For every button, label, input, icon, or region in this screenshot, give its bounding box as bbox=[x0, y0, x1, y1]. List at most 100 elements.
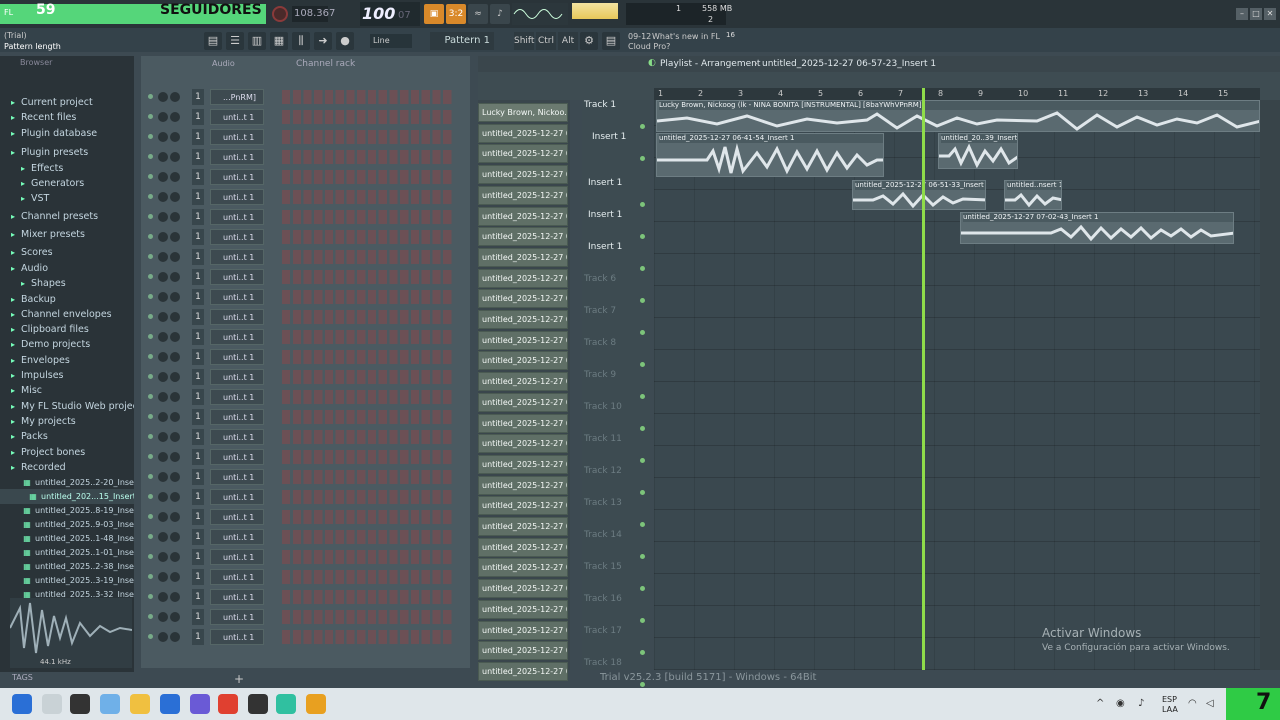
channel-led[interactable] bbox=[148, 194, 153, 199]
channel-name-button[interactable]: unti..t 1 bbox=[210, 529, 264, 545]
volume-knob[interactable] bbox=[170, 232, 180, 242]
step-sequencer[interactable] bbox=[282, 410, 454, 424]
playlist-icon[interactable]: ➜ bbox=[314, 32, 332, 50]
mixer-track-number[interactable]: 1 bbox=[192, 589, 204, 605]
track-led[interactable] bbox=[640, 522, 645, 527]
playhead[interactable] bbox=[922, 88, 925, 670]
pan-knob[interactable] bbox=[158, 92, 168, 102]
step-sequencer[interactable] bbox=[282, 610, 454, 624]
piano-roll-icon[interactable]: ☰ bbox=[226, 32, 244, 50]
volume-knob[interactable] bbox=[170, 292, 180, 302]
audio-clip[interactable]: untitled_2025-12-27 06-51-33_Insert 1 bbox=[852, 180, 986, 210]
step-sequencer[interactable] bbox=[282, 250, 454, 264]
pan-knob[interactable] bbox=[158, 312, 168, 322]
channel-name-button[interactable]: unti..t 1 bbox=[210, 349, 264, 365]
channel-led[interactable] bbox=[148, 454, 153, 459]
browser-item[interactable]: ▸ Misc bbox=[0, 383, 134, 398]
track-name[interactable]: Track 11 bbox=[584, 434, 622, 444]
channel-name-button[interactable]: unti..t 1 bbox=[210, 369, 264, 385]
add-channel-button[interactable]: + bbox=[234, 672, 244, 686]
picker-item[interactable]: untitled_2025-12-27 06-... bbox=[478, 661, 568, 681]
channel-name-button[interactable]: unti..t 1 bbox=[210, 429, 264, 445]
tempo-display[interactable]: 108.367 bbox=[292, 6, 335, 22]
pan-knob[interactable] bbox=[158, 352, 168, 362]
mixer-icon[interactable]: ⫼ bbox=[292, 32, 310, 50]
tray-chevron-icon[interactable]: ^ bbox=[1096, 698, 1104, 709]
pan-knob[interactable] bbox=[158, 172, 168, 182]
browser-item[interactable]: ▦ untitled_202...15_Insert 1 bbox=[0, 489, 134, 504]
volume-knob[interactable] bbox=[170, 92, 180, 102]
volume-knob[interactable] bbox=[170, 252, 180, 262]
minimize-icon[interactable]: – bbox=[1236, 8, 1248, 20]
pan-knob[interactable] bbox=[158, 192, 168, 202]
track-led[interactable] bbox=[640, 266, 645, 271]
gear-icon[interactable]: ⚙ bbox=[580, 32, 598, 50]
channel-led[interactable] bbox=[148, 594, 153, 599]
browser-item[interactable]: ▸ Impulses bbox=[0, 368, 134, 383]
picker-item[interactable]: untitled_2025-12-27 06-... bbox=[478, 558, 568, 578]
step-sequencer[interactable] bbox=[282, 310, 454, 324]
step-sequencer[interactable] bbox=[282, 450, 454, 464]
channel-row[interactable]: 1 unti..t 1 bbox=[146, 108, 466, 126]
track-led[interactable] bbox=[640, 426, 645, 431]
picker-item[interactable]: untitled_2025-12-27 06-... bbox=[478, 392, 568, 412]
pan-knob[interactable] bbox=[158, 212, 168, 222]
pan-knob[interactable] bbox=[158, 272, 168, 282]
volume-knob[interactable] bbox=[170, 612, 180, 622]
step-sequencer[interactable] bbox=[282, 170, 454, 184]
volume-knob[interactable] bbox=[170, 392, 180, 402]
track-name[interactable]: Track 13 bbox=[584, 498, 622, 508]
channel-led[interactable] bbox=[148, 274, 153, 279]
pan-knob[interactable] bbox=[158, 412, 168, 422]
pan-knob[interactable] bbox=[158, 572, 168, 582]
mixer-track-number[interactable]: 1 bbox=[192, 129, 204, 145]
channel-led[interactable] bbox=[148, 534, 153, 539]
picker-item[interactable]: Lucky Brown, Nickoo... bbox=[478, 103, 568, 122]
browser-item[interactable]: ▦ untitled_2025..2-20_Insert 1 bbox=[0, 475, 134, 490]
volume-knob[interactable] bbox=[170, 512, 180, 522]
mixer-track-number[interactable]: 1 bbox=[192, 229, 204, 245]
pan-knob[interactable] bbox=[158, 552, 168, 562]
browser-item[interactable]: ▸ Shapes bbox=[0, 276, 134, 291]
language-code[interactable]: ESP bbox=[1162, 695, 1177, 704]
picker-item[interactable]: untitled_2025-12-27 06-... bbox=[478, 620, 568, 640]
volume-knob[interactable] bbox=[170, 532, 180, 542]
channel-led[interactable] bbox=[148, 314, 153, 319]
channel-row[interactable]: 1 ...PnRM] bbox=[146, 88, 466, 106]
step-sequencer[interactable] bbox=[282, 110, 454, 124]
channel-led[interactable] bbox=[148, 374, 153, 379]
pan-knob[interactable] bbox=[158, 392, 168, 402]
file-explorer-icon[interactable] bbox=[130, 694, 150, 714]
picker-item[interactable]: untitled_2025-12-27 06-... bbox=[478, 372, 568, 392]
mixer-track-number[interactable]: 1 bbox=[192, 309, 204, 325]
mixer-track-number[interactable]: 1 bbox=[192, 629, 204, 645]
channel-name-button[interactable]: unti..t 1 bbox=[210, 289, 264, 305]
track-led[interactable] bbox=[640, 234, 645, 239]
channel-led[interactable] bbox=[148, 514, 153, 519]
volume-knob[interactable] bbox=[170, 172, 180, 182]
channel-led[interactable] bbox=[148, 134, 153, 139]
picker-item[interactable]: untitled_2025-12-27 06-... bbox=[478, 351, 568, 371]
channel-row[interactable]: 1 unti..t 1 bbox=[146, 288, 466, 306]
close-icon[interactable]: ✕ bbox=[1264, 8, 1276, 20]
channel-row[interactable]: 1 unti..t 1 bbox=[146, 228, 466, 246]
track-led[interactable] bbox=[640, 330, 645, 335]
channel-name-button[interactable]: unti..t 1 bbox=[210, 169, 264, 185]
picker-item[interactable]: untitled_2025-12-27 06-... bbox=[478, 310, 568, 329]
track-led[interactable] bbox=[640, 202, 645, 207]
volume-knob[interactable] bbox=[170, 432, 180, 442]
track-led[interactable] bbox=[640, 490, 645, 495]
pan-knob[interactable] bbox=[158, 252, 168, 262]
news-title-line2[interactable]: Cloud Pro? bbox=[628, 42, 670, 51]
channel-filter[interactable]: Audio bbox=[212, 59, 235, 68]
pan-knob[interactable] bbox=[158, 292, 168, 302]
playlist-pattern-name[interactable]: untitled_2025-12-27 06-57-23_Insert 1 bbox=[762, 59, 936, 69]
windows-start-icon[interactable] bbox=[12, 694, 32, 714]
channel-row[interactable]: 1 unti..t 1 bbox=[146, 348, 466, 366]
step-sequencer[interactable] bbox=[282, 390, 454, 404]
arrange-icon[interactable]: ▤ bbox=[204, 32, 222, 50]
track-led[interactable] bbox=[640, 650, 645, 655]
picker-item[interactable]: untitled_2025-12-27 06-... bbox=[478, 537, 568, 557]
picker-item[interactable]: untitled_2025-12-27 06-... bbox=[478, 268, 568, 288]
record-button[interactable] bbox=[272, 6, 288, 22]
